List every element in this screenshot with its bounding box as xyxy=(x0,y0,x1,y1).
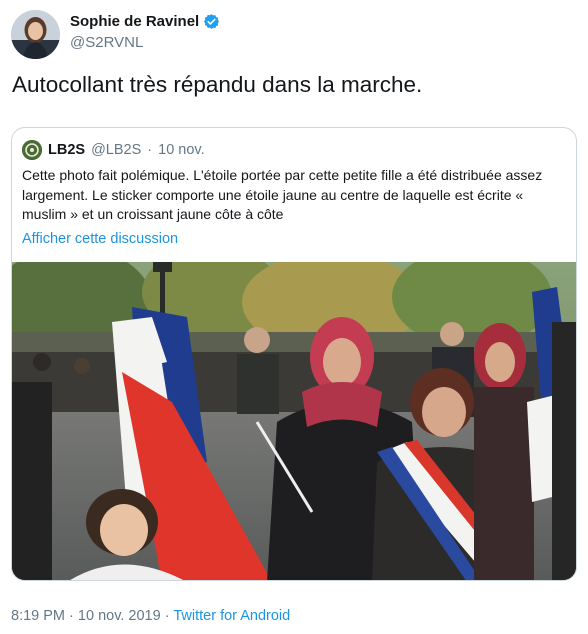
author-handle[interactable]: @S2RVNL xyxy=(70,34,143,51)
author-avatar[interactable] xyxy=(11,10,60,59)
quoted-date: 10 nov. xyxy=(158,142,205,158)
show-thread-link[interactable]: Afficher cette discussion xyxy=(22,231,178,247)
quoted-author-handle: @LB2S xyxy=(91,142,142,158)
author-name[interactable]: Sophie de Ravinel xyxy=(70,13,220,30)
quoted-tweet-photo[interactable] xyxy=(12,247,576,580)
tweet-date[interactable]: 10 nov. 2019 xyxy=(78,608,161,624)
quoted-tweet-card[interactable]: LB2S @LB2S · 10 nov. Cette photo fait po… xyxy=(11,127,577,581)
quoted-author-avatar xyxy=(22,140,42,160)
quoted-tweet-text: Cette photo fait polémique. L'étoile por… xyxy=(22,167,543,222)
tweet-time[interactable]: 8:19 PM xyxy=(11,608,65,624)
author-name-text[interactable]: Sophie de Ravinel xyxy=(70,13,199,30)
tweet-source-link[interactable]: Twitter for Android xyxy=(173,608,290,624)
quoted-separator: · xyxy=(147,142,153,158)
footer-separator: · xyxy=(164,608,170,624)
tweet-text: Autocollant très répandu dans la marche. xyxy=(12,72,423,97)
quoted-author-name: LB2S xyxy=(48,142,86,158)
footer-separator: · xyxy=(69,608,74,624)
tweet-footer: 8:19 PM · 10 nov. 2019 · Twitter for And… xyxy=(11,608,290,624)
quoted-tweet-header: LB2S @LB2S · 10 nov. xyxy=(22,140,205,160)
verified-badge-icon xyxy=(203,13,220,30)
